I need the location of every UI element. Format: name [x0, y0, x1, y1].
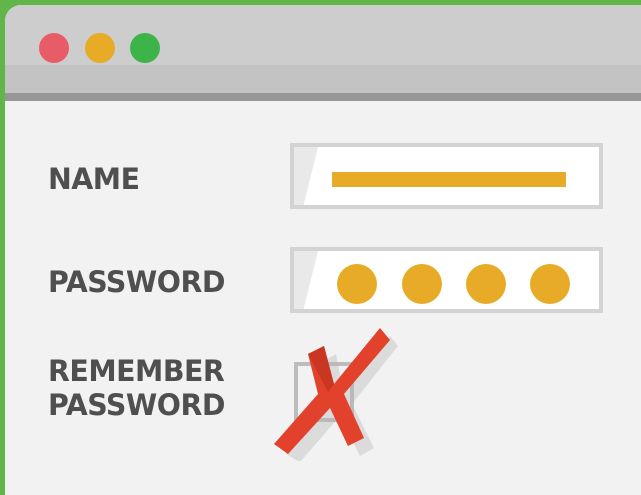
- input-shade: [294, 147, 318, 205]
- password-label: PASSWORD: [48, 265, 225, 299]
- name-value-bar: [332, 172, 566, 187]
- password-input[interactable]: [290, 247, 603, 313]
- title-bar: [5, 5, 641, 95]
- title-bar-divider: [5, 93, 641, 101]
- name-input[interactable]: [290, 143, 603, 209]
- password-dot: [466, 264, 506, 304]
- password-dot: [337, 264, 377, 304]
- title-bar-shade: [5, 65, 641, 95]
- input-shade: [294, 251, 318, 309]
- close-dot-icon[interactable]: [39, 33, 69, 63]
- red-x-icon: [274, 328, 398, 461]
- password-dot: [402, 264, 442, 304]
- name-label: NAME: [48, 162, 140, 196]
- remember-password-label: REMEMBER PASSWORD: [48, 354, 225, 422]
- password-dot: [530, 264, 570, 304]
- maximize-dot-icon[interactable]: [130, 33, 160, 63]
- minimize-dot-icon[interactable]: [85, 33, 115, 63]
